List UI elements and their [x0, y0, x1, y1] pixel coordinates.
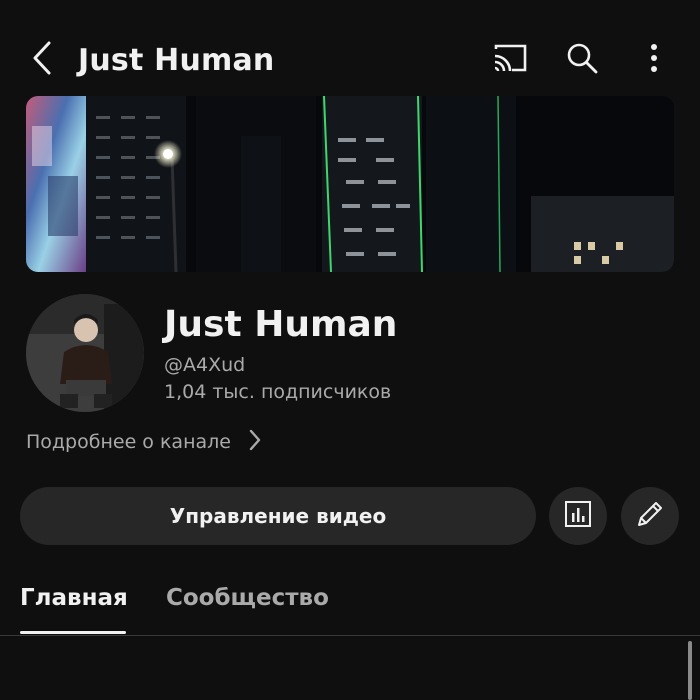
cast-button[interactable] — [488, 38, 532, 82]
tab-community[interactable]: Сообщество — [166, 582, 329, 614]
channel-handle: @A4Xud — [164, 354, 246, 376]
more-options-button[interactable] — [632, 38, 676, 82]
channel-name: Just Human — [164, 304, 398, 345]
avatar[interactable] — [26, 294, 144, 412]
search-icon — [566, 42, 598, 78]
analytics-icon — [564, 500, 592, 532]
search-button[interactable] — [560, 38, 604, 82]
chevron-right-icon — [249, 429, 261, 455]
back-arrow-icon — [31, 40, 53, 80]
channel-banner[interactable] — [26, 96, 674, 272]
more-vert-icon — [650, 43, 658, 77]
banner-image — [26, 96, 674, 272]
page-title: Just Human — [78, 43, 275, 78]
more-about-channel-link[interactable]: Подробнее о канале — [26, 428, 261, 456]
active-tab-indicator — [20, 631, 126, 634]
cast-icon — [492, 43, 528, 77]
tab-home[interactable]: Главная — [20, 582, 128, 614]
pencil-icon — [635, 499, 665, 533]
scrollbar[interactable] — [688, 641, 692, 700]
more-about-channel-label: Подробнее о канале — [26, 431, 231, 453]
back-button[interactable] — [22, 38, 62, 82]
analytics-button[interactable] — [549, 487, 607, 545]
manage-videos-button[interactable]: Управление видео — [20, 487, 536, 545]
edit-channel-button[interactable] — [621, 487, 679, 545]
tabs-divider — [0, 635, 700, 636]
avatar-image — [26, 294, 144, 412]
subscriber-count: 1,04 тыс. подписчиков — [164, 381, 392, 403]
